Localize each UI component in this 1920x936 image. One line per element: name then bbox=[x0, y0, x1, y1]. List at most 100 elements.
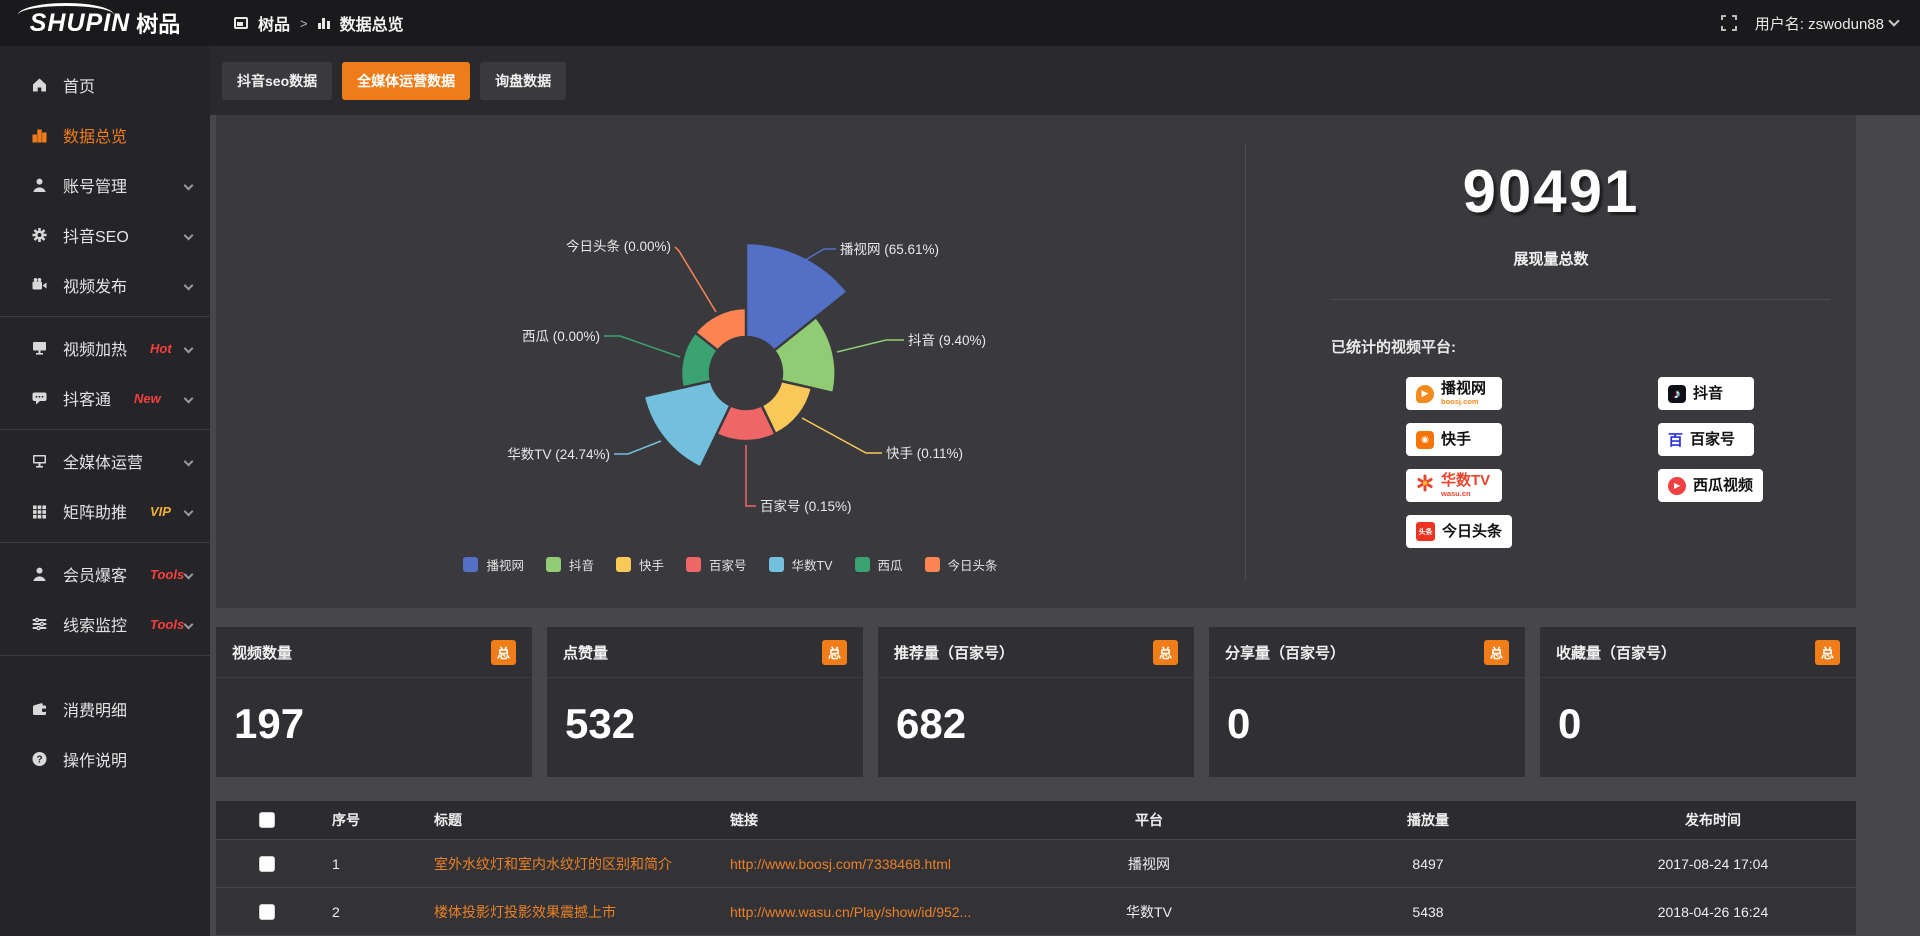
sidebar-item-video-heating[interactable]: 视频加热 Hot bbox=[0, 323, 210, 373]
stat-card-title: 点赞量 bbox=[563, 642, 608, 663]
select-all-checkbox[interactable] bbox=[259, 812, 275, 828]
sidebar-item-label: 矩阵助推 bbox=[63, 499, 127, 523]
sidebar-item-doketong[interactable]: 抖客通 New bbox=[0, 373, 210, 423]
tab-omnimedia-data[interactable]: 全媒体运营数据 bbox=[342, 62, 470, 100]
tools-badge: Tools bbox=[150, 617, 184, 632]
chart-panel: 播视网 (65.61%)抖音 (9.40%)快手 (0.11%)百家号 (0.1… bbox=[216, 115, 1856, 608]
sidebar-item-member-baoke[interactable]: 会员爆客 Tools bbox=[0, 549, 210, 599]
logo-cn-text: 树品 bbox=[136, 7, 180, 39]
username-label: 用户名: zswodun88 bbox=[1755, 13, 1884, 34]
sidebar-item-matrix-boost[interactable]: 矩阵助推 VIP bbox=[0, 486, 210, 536]
legend-item-百家号[interactable]: 百家号 bbox=[686, 555, 747, 574]
boosj-logo-icon: ▶ bbox=[1416, 385, 1434, 403]
sidebar-item-instructions[interactable]: ? 操作说明 bbox=[0, 734, 210, 784]
table-row: 1 室外水纹灯和室内水纹灯的区别和简介 http://www.boosj.com… bbox=[216, 839, 1856, 887]
total-impressions-value: 90491 bbox=[1246, 157, 1856, 226]
row-checkbox[interactable] bbox=[259, 856, 275, 872]
cell-url-link[interactable]: http://www.wasu.cn/Play/show/id/952... bbox=[716, 904, 1012, 920]
stat-card-title: 推荐量（百家号） bbox=[894, 642, 1014, 663]
breadcrumb-root[interactable]: 树品 bbox=[258, 11, 290, 35]
legend-color-chip bbox=[855, 557, 870, 572]
platform-chip-baijiahao: 百 百家号 bbox=[1658, 423, 1754, 456]
pie-label-西瓜: 西瓜 (0.00%) bbox=[522, 329, 600, 344]
stat-card-favorites: 收藏量（百家号） 总 0 bbox=[1540, 627, 1856, 777]
sidebar-item-account-management[interactable]: 账号管理 bbox=[0, 160, 210, 210]
rose-pie-chart[interactable]: 播视网 (65.61%)抖音 (9.40%)快手 (0.11%)百家号 (0.1… bbox=[216, 115, 1245, 608]
sidebar-item-home[interactable]: 首页 bbox=[0, 60, 210, 110]
baijiahao-logo-icon: 百 bbox=[1668, 429, 1683, 450]
stat-card-recommendations: 推荐量（百家号） 总 682 bbox=[878, 627, 1194, 777]
sidebar-item-label: 消费明细 bbox=[63, 697, 127, 721]
sidebar-item-label: 全媒体运营 bbox=[63, 449, 143, 473]
chevron-down-icon bbox=[184, 393, 194, 403]
sidebar-item-label: 抖音SEO bbox=[63, 223, 129, 247]
pie-slice-华数TV[interactable] bbox=[644, 381, 731, 468]
bar-chart-icon bbox=[318, 18, 330, 29]
pie-label-line bbox=[746, 445, 756, 506]
sidebar-item-label: 线索监控 bbox=[63, 612, 127, 636]
fullscreen-icon[interactable] bbox=[1721, 15, 1737, 31]
pie-label-line bbox=[614, 441, 661, 454]
breadcrumb-current: 数据总览 bbox=[340, 11, 404, 35]
user-menu[interactable]: 用户名: zswodun88 bbox=[1755, 13, 1898, 34]
sidebar-divider bbox=[0, 429, 210, 430]
sidebar-item-video-publish[interactable]: 视频发布 bbox=[0, 260, 210, 310]
total-badge[interactable]: 总 bbox=[1815, 640, 1840, 665]
platform-name: 播视网 bbox=[1441, 381, 1486, 396]
platform-chip-boosj: ▶ 播视网boosj.com bbox=[1406, 377, 1502, 410]
app-logo[interactable]: SHUPIN 树品 bbox=[0, 0, 210, 46]
stat-card-value: 682 bbox=[878, 678, 1194, 770]
row-checkbox[interactable] bbox=[259, 904, 275, 920]
total-badge[interactable]: 总 bbox=[822, 640, 847, 665]
legend-item-今日头条[interactable]: 今日头条 bbox=[925, 555, 998, 574]
pie-label-line bbox=[837, 340, 904, 352]
total-badge[interactable]: 总 bbox=[491, 640, 516, 665]
tab-strip: 抖音seo数据 全媒体运营数据 询盘数据 bbox=[210, 46, 1920, 115]
sidebar-item-consumption-details[interactable]: 消费明细 bbox=[0, 684, 210, 734]
column-header-platform: 平台 bbox=[1012, 810, 1286, 830]
breadcrumb-root-icon bbox=[234, 17, 248, 29]
cell-platform: 华数TV bbox=[1012, 902, 1286, 922]
platform-name: 今日头条 bbox=[1442, 524, 1502, 539]
sidebar-item-label: 首页 bbox=[63, 73, 95, 97]
sidebar-item-douyin-seo[interactable]: 抖音SEO bbox=[0, 210, 210, 260]
total-badge[interactable]: 总 bbox=[1153, 640, 1178, 665]
cell-title-link[interactable]: 室外水纹灯和室内水纹灯的区别和简介 bbox=[420, 854, 716, 874]
chevron-down-icon bbox=[184, 619, 194, 629]
column-header-seq: 序号 bbox=[318, 810, 420, 830]
legend-item-快手[interactable]: 快手 bbox=[616, 555, 664, 574]
chevron-down-icon bbox=[184, 230, 194, 240]
tab-inquiry-data[interactable]: 询盘数据 bbox=[480, 62, 566, 100]
chevron-down-icon bbox=[184, 569, 194, 579]
legend-label: 今日头条 bbox=[948, 555, 998, 574]
platform-sub: wasu.cn bbox=[1441, 490, 1490, 498]
summary-divider bbox=[1331, 299, 1830, 300]
legend-item-华数TV[interactable]: 华数TV bbox=[769, 555, 833, 574]
sidebar-item-omnimedia-operation[interactable]: 全媒体运营 bbox=[0, 436, 210, 486]
platform-name: 百家号 bbox=[1690, 432, 1735, 447]
total-badge[interactable]: 总 bbox=[1484, 640, 1509, 665]
legend-item-西瓜[interactable]: 西瓜 bbox=[855, 555, 903, 574]
legend-item-抖音[interactable]: 抖音 bbox=[546, 555, 594, 574]
stat-card-value: 0 bbox=[1540, 678, 1856, 770]
cell-seq: 1 bbox=[318, 856, 420, 872]
sidebar-item-label: 视频加热 bbox=[63, 336, 127, 360]
cell-title-link[interactable]: 楼体投影灯投影效果震撼上市 bbox=[420, 902, 716, 922]
legend-label: 百家号 bbox=[709, 555, 747, 574]
pie-label-line bbox=[675, 247, 716, 312]
stat-card-title: 收藏量（百家号） bbox=[1556, 642, 1676, 663]
user-icon bbox=[30, 177, 48, 193]
logo-arc-decoration bbox=[18, 3, 114, 15]
cell-url-link[interactable]: http://www.boosj.com/7338468.html bbox=[716, 856, 1012, 872]
legend-item-播视网[interactable]: 播视网 bbox=[463, 555, 524, 574]
tab-douyin-seo-data[interactable]: 抖音seo数据 bbox=[222, 62, 332, 100]
pie-label-华数TV: 华数TV (24.74%) bbox=[507, 447, 610, 462]
douyin-logo-icon: ♪ bbox=[1668, 385, 1686, 403]
sidebar-item-lead-monitoring[interactable]: 线索监控 Tools bbox=[0, 599, 210, 649]
sidebar-item-label: 数据总览 bbox=[63, 123, 127, 147]
legend-color-chip bbox=[925, 557, 940, 572]
question-circle-icon: ? bbox=[30, 751, 48, 767]
platforms-title: 已统计的视频平台: bbox=[1331, 336, 1856, 357]
platform-chip-kuaishou: ◉ 快手 bbox=[1406, 423, 1502, 456]
sidebar-item-data-overview[interactable]: 数据总览 bbox=[0, 110, 210, 160]
